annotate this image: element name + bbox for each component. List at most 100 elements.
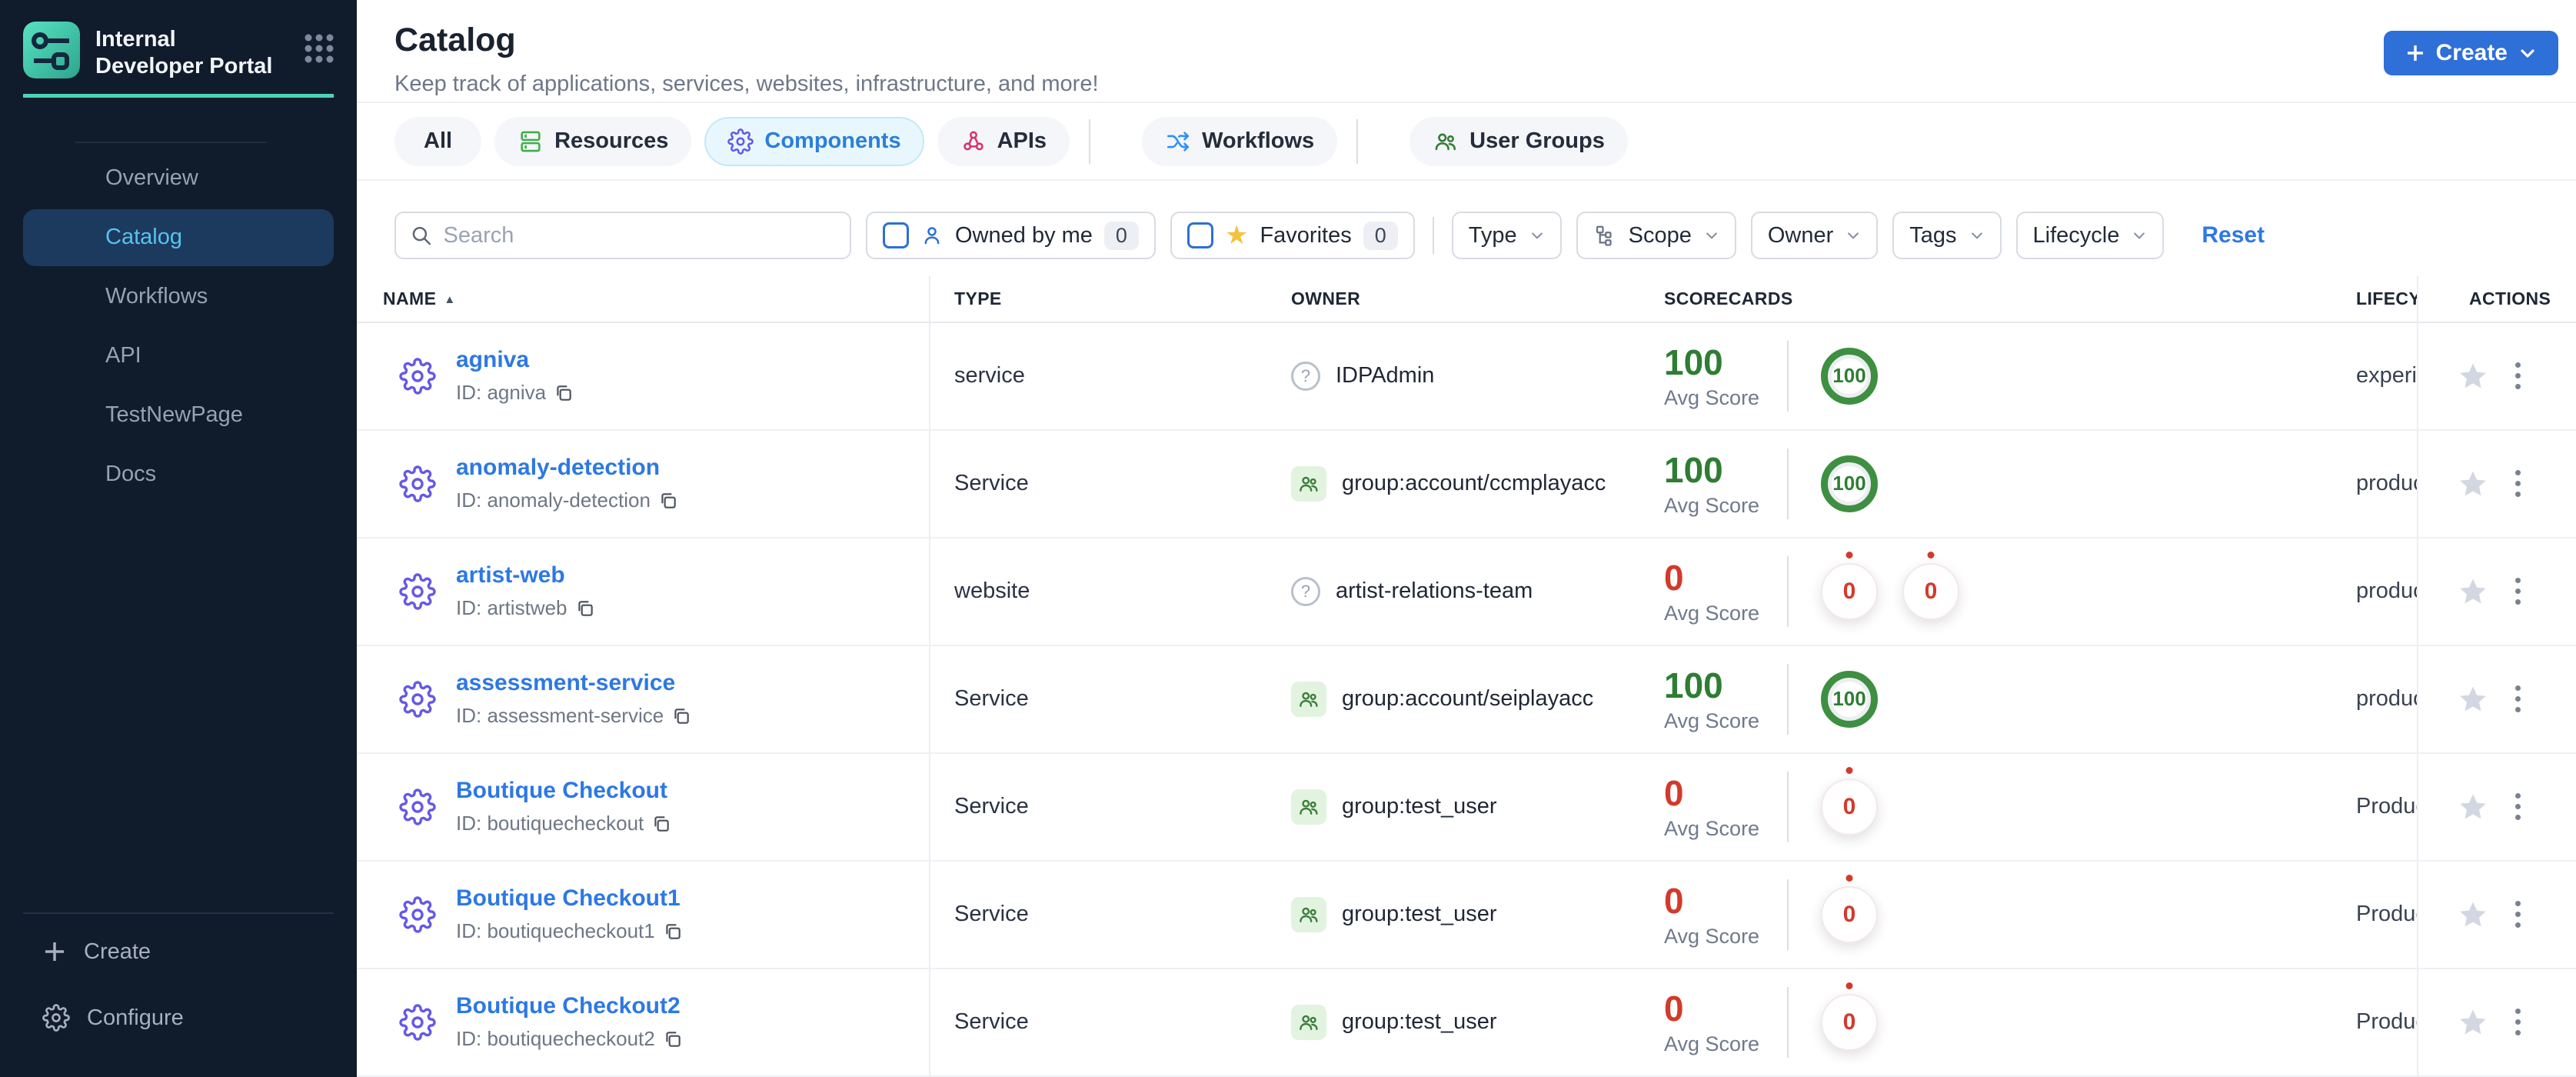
scorecard-badges: 00 <box>1821 562 1959 620</box>
search-input[interactable] <box>443 222 836 248</box>
tab-all[interactable]: All <box>394 116 482 166</box>
column-header-lifecycle[interactable]: LIFECYCLE <box>2348 288 2417 309</box>
entity-name-link[interactable]: artist-web <box>456 562 565 588</box>
scorecard-badge[interactable]: 0 <box>1821 778 1878 835</box>
favorite-star-icon[interactable] <box>2457 575 2489 608</box>
sidebar-item-workflows[interactable]: Workflows <box>23 268 334 325</box>
lifecycle-dropdown[interactable]: Lifecycle <box>2015 212 2165 260</box>
favorite-star-icon[interactable] <box>2457 360 2489 392</box>
tab-user-groups[interactable]: User Groups <box>1409 116 1628 166</box>
favorites-filter[interactable]: ★ Favorites 0 <box>1170 212 1415 260</box>
scorecard-badge[interactable]: 0 <box>1821 885 1878 943</box>
sidebar-item-docs[interactable]: Docs <box>23 446 334 503</box>
scorecard-badge[interactable]: 0 <box>1821 562 1878 620</box>
favorite-star-icon[interactable] <box>2457 899 2489 931</box>
favorite-star-icon[interactable] <box>2457 791 2489 823</box>
sidebar-accent-line <box>23 93 334 98</box>
row-menu-kebab-icon[interactable] <box>2511 1004 2525 1040</box>
name-cell: artist-web ID: artistweb <box>357 538 929 645</box>
type-cell: Service <box>929 430 1285 537</box>
entity-id: ID: anomaly-detection <box>456 488 651 512</box>
tab-apis-label: APIs <box>997 128 1047 154</box>
table-row: assessment-service ID: assessment-servic… <box>357 645 2576 754</box>
sidebar-footer-divider <box>23 912 334 914</box>
sort-asc-icon: ▲ <box>444 293 456 307</box>
avg-score-value: 100 <box>1664 342 1723 383</box>
row-menu-kebab-icon[interactable] <box>2511 681 2525 717</box>
reset-filters-link[interactable]: Reset <box>2202 222 2265 248</box>
table-row: Boutique Checkout ID: boutiquecheckout S… <box>357 753 2576 862</box>
owner-cell: ? group:test_user <box>1285 754 1653 860</box>
copy-icon[interactable] <box>651 814 671 834</box>
favorites-checkbox[interactable] <box>1186 222 1213 249</box>
tab-resources-label: Resources <box>554 128 669 154</box>
entity-name-link[interactable]: Boutique Checkout2 <box>456 993 681 1019</box>
favorite-star-icon[interactable] <box>2457 683 2489 715</box>
scorecard-badge[interactable]: 100 <box>1821 347 1878 405</box>
copy-icon[interactable] <box>554 383 574 403</box>
sidebar-configure-button[interactable]: Configure <box>0 989 357 1046</box>
tab-apis[interactable]: APIs <box>937 116 1070 166</box>
owner-dropdown[interactable]: Owner <box>1750 212 1879 260</box>
sidebar-item-catalog[interactable]: Catalog <box>23 208 334 266</box>
tags-dropdown[interactable]: Tags <box>1892 212 2002 260</box>
type-dropdown[interactable]: Type <box>1451 212 1562 260</box>
owned-by-me-checkbox[interactable] <box>883 222 909 249</box>
lifecycle-cell: production <box>2356 471 2417 496</box>
scorecards-cell: 100 Avg Score 100 <box>1653 431 2348 537</box>
column-header-type[interactable]: TYPE <box>929 276 1285 322</box>
group-owner-icon <box>1291 789 1326 825</box>
scorecard-badge[interactable]: 100 <box>1821 455 1878 512</box>
avg-score-value: 0 <box>1664 881 1684 922</box>
column-header-scorecards[interactable]: SCORECARDS <box>1653 288 2348 309</box>
row-menu-kebab-icon[interactable] <box>2511 896 2525 932</box>
copy-icon[interactable] <box>575 599 595 619</box>
sidebar-item-testnewpage[interactable]: TestNewPage <box>23 387 334 444</box>
entity-name-link[interactable]: Boutique Checkout1 <box>456 885 681 911</box>
scope-dropdown[interactable]: Scope <box>1576 212 1736 260</box>
copy-icon[interactable] <box>663 922 683 942</box>
copy-icon[interactable] <box>658 491 678 511</box>
table-row: Boutique Checkout2 ID: boutiquecheckout2… <box>357 969 2576 1077</box>
sidebar-footer: Create Configure <box>0 912 357 1077</box>
scorecards-cell: 0 Avg Score 00 <box>1653 538 2348 645</box>
sidebar-item-api[interactable]: API <box>23 328 334 385</box>
scorecard-badge[interactable]: 100 <box>1821 670 1878 728</box>
scorecards-cell: 0 Avg Score 0 <box>1653 754 2348 860</box>
owned-by-me-label: Owned by me <box>955 222 1093 248</box>
owner-text: group:account/seiplayacc <box>1342 686 1594 712</box>
entity-id: ID: boutiquecheckout2 <box>456 1027 655 1051</box>
entity-name-link[interactable]: agniva <box>456 347 529 372</box>
chevron-down-icon <box>1971 232 1982 239</box>
apps-grid-icon[interactable] <box>305 34 334 63</box>
tab-resources[interactable]: Resources <box>494 116 692 166</box>
copy-icon[interactable] <box>671 706 691 726</box>
entity-name-link[interactable]: anomaly-detection <box>456 455 660 480</box>
sidebar-create-button[interactable]: Create <box>0 923 357 980</box>
create-button[interactable]: Create <box>2383 31 2558 75</box>
owner-cell: ? group:account/seiplayacc <box>1285 646 1653 752</box>
owned-by-me-filter[interactable]: Owned by me 0 <box>866 212 1156 260</box>
table-row: anomaly-detection ID: anomaly-detection … <box>357 430 2576 538</box>
tab-components[interactable]: Components <box>704 116 924 166</box>
row-menu-kebab-icon[interactable] <box>2511 573 2525 609</box>
tab-workflows[interactable]: Workflows <box>1142 116 1338 166</box>
column-header-owner[interactable]: OWNER <box>1285 288 1653 309</box>
row-menu-kebab-icon[interactable] <box>2511 789 2525 825</box>
entity-name-link[interactable]: assessment-service <box>456 670 675 695</box>
entity-name-link[interactable]: Boutique Checkout <box>456 778 667 803</box>
lifecycle-dropdown-label: Lifecycle <box>2032 222 2120 248</box>
favorite-star-icon[interactable] <box>2457 1006 2489 1039</box>
actions-cell <box>2417 430 2576 537</box>
row-menu-kebab-icon[interactable] <box>2511 465 2525 502</box>
scope-dropdown-label: Scope <box>1628 222 1692 248</box>
scorecard-badge[interactable]: 0 <box>1902 562 1959 620</box>
row-menu-kebab-icon[interactable] <box>2511 358 2525 394</box>
copy-icon[interactable] <box>663 1029 683 1049</box>
favorite-star-icon[interactable] <box>2457 468 2489 500</box>
column-header-name[interactable]: NAME ▲ <box>357 288 929 309</box>
unknown-owner-icon: ? <box>1291 361 1320 391</box>
sidebar-item-overview[interactable]: Overview <box>23 150 334 207</box>
scorecard-badge[interactable]: 0 <box>1821 993 1878 1051</box>
owner-dropdown-label: Owner <box>1767 222 1834 248</box>
